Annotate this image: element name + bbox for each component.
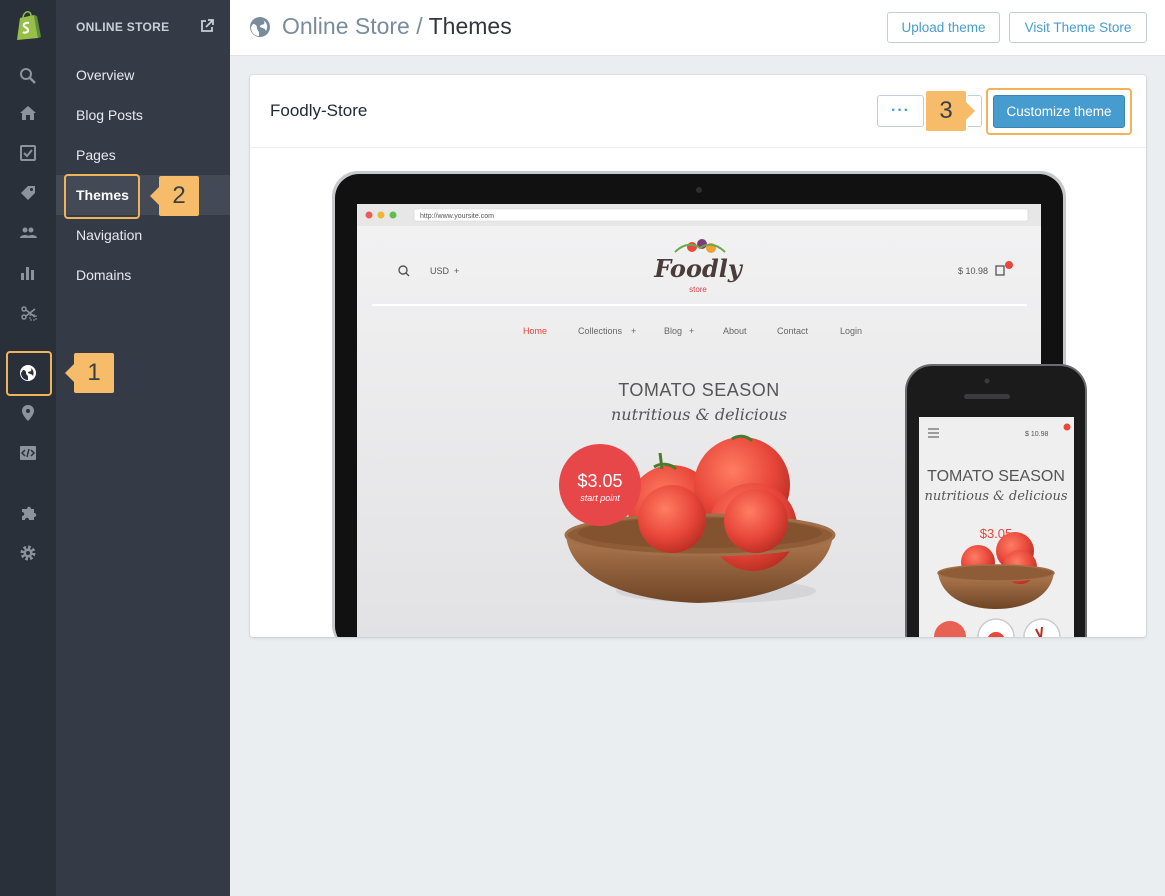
device-mockup: http://www.yoursite.com USD + Foodly sto… <box>332 171 1087 637</box>
online-store-icon <box>250 17 270 37</box>
preview-hero-title: TOMATO SEASON <box>618 380 780 400</box>
reports-icon[interactable] <box>18 263 38 283</box>
phone-hero-subtitle: nutritious & delicious <box>924 489 1067 504</box>
search-icon[interactable] <box>18 66 38 86</box>
icon-rail <box>0 0 56 896</box>
preview-menu-blog: Blog <box>664 326 682 336</box>
highlight-themes <box>64 174 140 219</box>
step-callout-3: 3 <box>926 91 975 131</box>
external-link-icon[interactable] <box>200 19 214 33</box>
phone-cart-total: $ 10.98 <box>1025 431 1048 438</box>
preview-price: $3.05 <box>577 471 622 491</box>
svg-text:+: + <box>454 266 459 276</box>
step-callout-1: 1 <box>65 353 114 393</box>
products-icon[interactable] <box>18 183 38 203</box>
preview-logo-text: Foodly <box>653 254 744 283</box>
breadcrumb-parent[interactable]: Online Store <box>282 13 410 39</box>
upload-theme-button[interactable]: Upload theme <box>887 12 1000 43</box>
discounts-icon[interactable] <box>18 303 38 323</box>
customize-theme-button[interactable]: Customize theme <box>993 95 1125 128</box>
nav-item-overview[interactable]: Overview <box>56 55 230 95</box>
preview-menu-contact: Contact <box>777 326 809 336</box>
page-title: Online Store / Themes <box>282 13 512 40</box>
home-icon[interactable] <box>18 103 38 123</box>
preview-currency: USD <box>430 266 450 276</box>
preview-menu-home: Home <box>523 326 547 336</box>
svg-text:+: + <box>689 326 694 336</box>
more-actions-button[interactable]: ··· <box>877 95 924 127</box>
theme-name: Foodly-Store <box>270 101 368 120</box>
settings-icon[interactable] <box>18 543 38 563</box>
step-callout-2: 2 <box>150 176 199 216</box>
preview-menu-login: Login <box>840 326 862 336</box>
svg-text:+: + <box>631 326 636 336</box>
nav-item-navigation[interactable]: Navigation <box>56 215 230 255</box>
preview-url: http://www.yoursite.com <box>420 213 494 220</box>
breadcrumb-separator: / <box>409 13 429 39</box>
shopify-logo-icon[interactable] <box>14 10 42 42</box>
preview-logo-sub: store <box>689 285 707 294</box>
code-icon[interactable] <box>18 443 38 463</box>
nav-item-label: Overview <box>76 67 135 83</box>
phone-hero-title: TOMATO SEASON <box>927 468 1065 485</box>
preview-cart-total: $ 10.98 <box>958 266 988 276</box>
theme-preview-image: http://www.yoursite.com USD + Foodly sto… <box>250 149 1146 637</box>
preview-menu-about: About <box>723 326 747 336</box>
online-store-subnav: ONLINE STORE Overview Blog Posts Pages T… <box>56 0 230 896</box>
preview-menu-collections: Collections <box>578 326 623 336</box>
highlight-customize: Customize theme <box>986 88 1132 135</box>
preview-price-note: start point <box>580 493 620 503</box>
theme-card-header: Foodly-Store ··· Customize theme <box>250 75 1146 148</box>
nav-item-label: Domains <box>76 267 132 283</box>
visit-theme-store-button[interactable]: Visit Theme Store <box>1009 12 1147 43</box>
page-header: Online Store / Themes Upload theme Visit… <box>230 0 1165 56</box>
nav-item-domains[interactable]: Domains <box>56 255 230 295</box>
camera-dot <box>696 187 702 193</box>
preview-hero-subtitle: nutritious & delicious <box>611 405 787 424</box>
apps-icon[interactable] <box>18 503 38 523</box>
nav-item-blog-posts[interactable]: Blog Posts <box>56 95 230 135</box>
nav-item-label: Pages <box>76 147 116 163</box>
nav-item-label: Blog Posts <box>76 107 143 123</box>
online-store-icon[interactable] <box>18 363 38 383</box>
nav-item-pages[interactable]: Pages <box>56 135 230 175</box>
location-icon[interactable] <box>18 403 38 423</box>
current-theme-card: Foodly-Store ··· Customize theme http://… <box>250 75 1146 637</box>
customers-icon[interactable] <box>18 223 38 243</box>
subnav-title: ONLINE STORE <box>76 20 170 34</box>
orders-icon[interactable] <box>18 143 38 163</box>
breadcrumb-current: Themes <box>428 13 512 39</box>
nav-item-label: Navigation <box>76 227 143 243</box>
